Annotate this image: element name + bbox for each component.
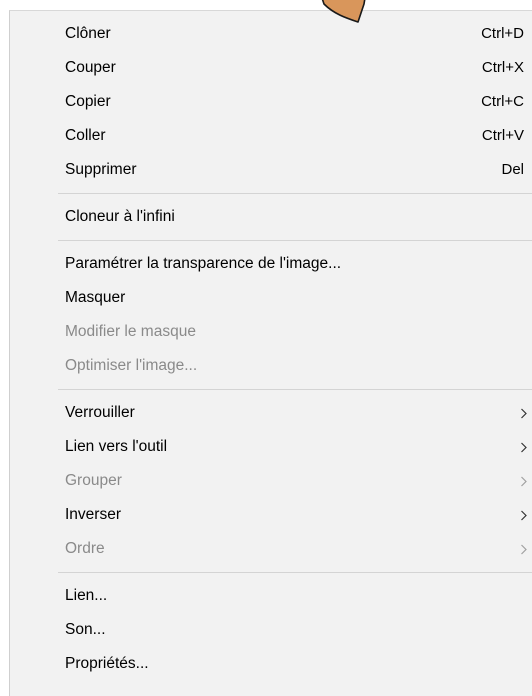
menu-item-label: Verrouiller (65, 404, 135, 421)
menu-item-lien-outil[interactable]: Lien vers l'outil (10, 430, 532, 464)
menu-item-lien[interactable]: Lien... (10, 579, 532, 613)
menu-item-label: Cloneur à l'infini (65, 208, 175, 225)
menu-item-label: Grouper (65, 472, 122, 489)
chevron-right-icon (520, 430, 530, 464)
menu-separator (58, 389, 532, 390)
menu-separator (58, 572, 532, 573)
menu-item-optimiser-image[interactable]: Optimiser l'image... (10, 349, 532, 383)
menu-item-shortcut: Ctrl+X (481, 59, 524, 76)
menu-item-shortcut: Ctrl+V (481, 127, 524, 144)
menu-item-label: Inverser (65, 506, 121, 523)
chevron-right-icon (520, 498, 530, 532)
screen: Clôner Ctrl+D Couper Ctrl+X Copier Ctrl+… (0, 0, 532, 696)
menu-item-copier[interactable]: Copier Ctrl+C (10, 85, 532, 119)
menu-item-transparence[interactable]: Paramétrer la transparence de l'image... (10, 247, 532, 281)
menu-item-label: Lien... (65, 587, 108, 604)
chevron-right-icon (520, 396, 530, 430)
menu-item-label: Ordre (65, 540, 105, 557)
menu-item-modifier-masque[interactable]: Modifier le masque (10, 315, 532, 349)
menu-item-supprimer[interactable]: Supprimer Del (10, 153, 532, 187)
menu-item-label: Clôner (65, 25, 111, 42)
menu-item-label: Lien vers l'outil (65, 438, 168, 455)
menu-item-label: Supprimer (65, 161, 137, 178)
menu-item-coller[interactable]: Coller Ctrl+V (10, 119, 532, 153)
menu-item-shortcut: Ctrl+D (481, 25, 524, 42)
context-menu: Clôner Ctrl+D Couper Ctrl+X Copier Ctrl+… (9, 10, 532, 696)
menu-item-proprietes[interactable]: Propriétés... (10, 647, 532, 681)
menu-item-label: Copier (65, 93, 111, 110)
chevron-right-icon (520, 532, 530, 566)
menu-item-ordre[interactable]: Ordre (10, 532, 532, 566)
menu-item-verrouiller[interactable]: Verrouiller (10, 396, 532, 430)
menu-item-son[interactable]: Son... (10, 613, 532, 647)
menu-item-shortcut: Ctrl+C (481, 93, 524, 110)
menu-item-cloneur-infini[interactable]: Cloneur à l'infini (10, 200, 532, 234)
menu-separator (58, 240, 532, 241)
menu-separator (58, 193, 532, 194)
chevron-right-icon (520, 464, 530, 498)
menu-items: Clôner Ctrl+D Couper Ctrl+X Copier Ctrl+… (10, 17, 532, 681)
menu-item-label: Paramétrer la transparence de l'image... (65, 255, 342, 272)
menu-item-label: Propriétés... (65, 655, 149, 672)
menu-item-label: Optimiser l'image... (65, 357, 198, 374)
menu-item-shortcut: Del (501, 161, 524, 178)
menu-item-inverser[interactable]: Inverser (10, 498, 532, 532)
menu-item-cloner[interactable]: Clôner Ctrl+D (10, 17, 532, 51)
menu-item-grouper[interactable]: Grouper (10, 464, 532, 498)
menu-item-masquer[interactable]: Masquer (10, 281, 532, 315)
menu-item-label: Son... (65, 621, 106, 638)
menu-item-label: Modifier le masque (65, 323, 196, 340)
menu-item-label: Masquer (65, 289, 126, 306)
menu-item-label: Couper (65, 59, 116, 76)
menu-item-label: Coller (65, 127, 106, 144)
menu-item-couper[interactable]: Couper Ctrl+X (10, 51, 532, 85)
